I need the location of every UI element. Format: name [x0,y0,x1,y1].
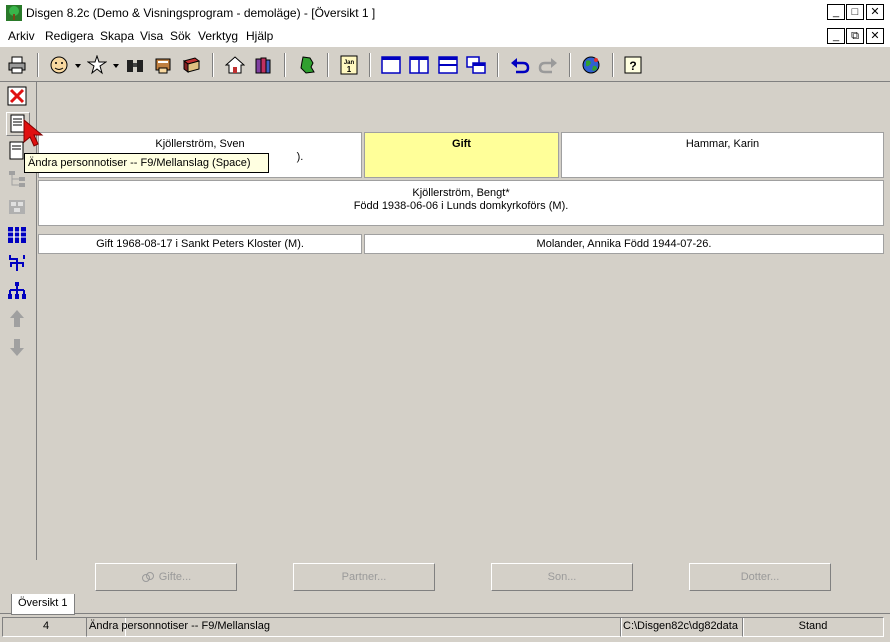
menu-arkiv[interactable]: Arkiv [8,29,35,43]
rings-icon [141,572,154,582]
minimize-button[interactable]: _ [827,4,845,20]
tooltip: Ändra personnotiser -- F9/Mellanslag (Sp… [24,153,269,173]
toolbar-separator [497,53,499,77]
mouse-cursor-icon [23,118,44,147]
globe-icon[interactable] [580,54,602,76]
redo-icon[interactable] [537,54,559,76]
org-tree-icon[interactable] [6,280,28,302]
spouse-box[interactable]: Molander, Annika Född 1944-07-26. [364,234,884,254]
menu-sok[interactable]: Sök [170,29,191,43]
columns-icon[interactable] [6,224,28,246]
binoculars-icon[interactable] [124,54,146,76]
dotter-button[interactable]: Dotter... [689,563,831,591]
child-minimize-button[interactable]: _ [827,28,845,44]
toolbar-separator [212,53,214,77]
main-toolbar: Jan 1 ? [0,46,890,82]
help-mark: ? [629,59,636,73]
ancestor-up-disabled-icon[interactable] [6,308,28,330]
window-cascade-icon[interactable] [465,54,487,76]
main-person-box[interactable]: Kjöllerström, Bengt* Född 1938-06-06 i L… [38,180,884,226]
main-person-name: Kjöllerström, Bengt* [412,187,510,199]
window-single-icon[interactable] [380,54,402,76]
toolbar-separator [327,53,329,77]
menu-hjalp[interactable]: Hjälp [246,29,273,43]
book-icon[interactable] [180,54,202,76]
tab-strip: Översikt 1 [0,594,890,615]
gifte-label: Gifte... [158,571,192,583]
menu-bar: Arkiv Redigera Skapa Visa Sök Verktyg Hj… [0,26,890,46]
marriage-info-box[interactable]: Gift 1968-08-17 i Sankt Peters Kloster (… [38,234,362,254]
marriage-box[interactable]: Gift [364,132,559,178]
status-path: C:\Disgen82c\dg82data [620,617,744,637]
print-icon[interactable] [6,54,28,76]
son-button[interactable]: Son... [491,563,633,591]
home-icon[interactable] [224,54,246,76]
chevron-down-icon[interactable] [75,64,81,68]
window-split-icon[interactable] [408,54,430,76]
menu-verktyg[interactable]: Verktyg [198,29,238,43]
title-bar: Disgen 8.2c (Demo & Visningsprogram - de… [0,0,890,26]
app-tree-icon [6,5,22,21]
books-icon[interactable] [252,54,274,76]
status-bar: 4 Ändra personnotiser -- F9/Mellanslag C… [0,616,890,637]
hand-book-icon[interactable] [152,54,174,76]
person-icon[interactable] [48,54,70,76]
close-button[interactable]: ✕ [866,4,884,20]
tab-oversikt-1[interactable]: Översikt 1 [11,594,75,615]
toolbar-separator [37,53,39,77]
map-icon[interactable] [296,54,318,76]
maximize-button[interactable]: □ [846,4,864,20]
delete-icon[interactable] [6,85,28,107]
undo-icon[interactable] [509,54,531,76]
menu-skapa[interactable]: Skapa [100,29,134,43]
descendants-icon[interactable] [6,252,28,274]
window-title: Disgen 8.2c (Demo & Visningsprogram - de… [26,6,376,20]
navigation-bar: Gifte... Partner... Son... Dotter... [36,560,886,594]
chevron-down-icon[interactable] [113,64,119,68]
descendant-down-disabled-icon[interactable] [6,336,28,358]
main-person-birth: Född 1938-06-06 i Lunds domkyrkoförs (M)… [353,200,569,212]
toolbar-separator [369,53,371,77]
partner-button[interactable]: Partner... [293,563,435,591]
menu-visa[interactable]: Visa [140,29,163,43]
gifte-button[interactable]: Gifte... [95,563,237,591]
toolbar-separator [569,53,571,77]
menu-redigera[interactable]: Redigera [45,29,94,43]
child-close-button[interactable]: ✕ [866,28,884,44]
status-message: Ändra personnotiser -- F9/Mellanslag [86,617,622,637]
child-restore-button[interactable]: ⧉ [846,28,864,44]
calendar-icon[interactable]: Jan 1 [338,54,360,76]
help-icon[interactable]: ? [622,54,644,76]
mother-box[interactable]: Hammar, Karin [561,132,884,178]
window-horizontal-icon[interactable] [437,54,459,76]
star-person-icon[interactable] [86,54,108,76]
toolbar-separator [612,53,614,77]
calendar-day: 1 [347,65,352,74]
father-name: Kjöllerström, Sven [155,138,245,150]
pedigree-disabled-icon[interactable] [6,196,28,218]
status-mode: Stand [742,617,884,637]
toolbar-separator [284,53,286,77]
